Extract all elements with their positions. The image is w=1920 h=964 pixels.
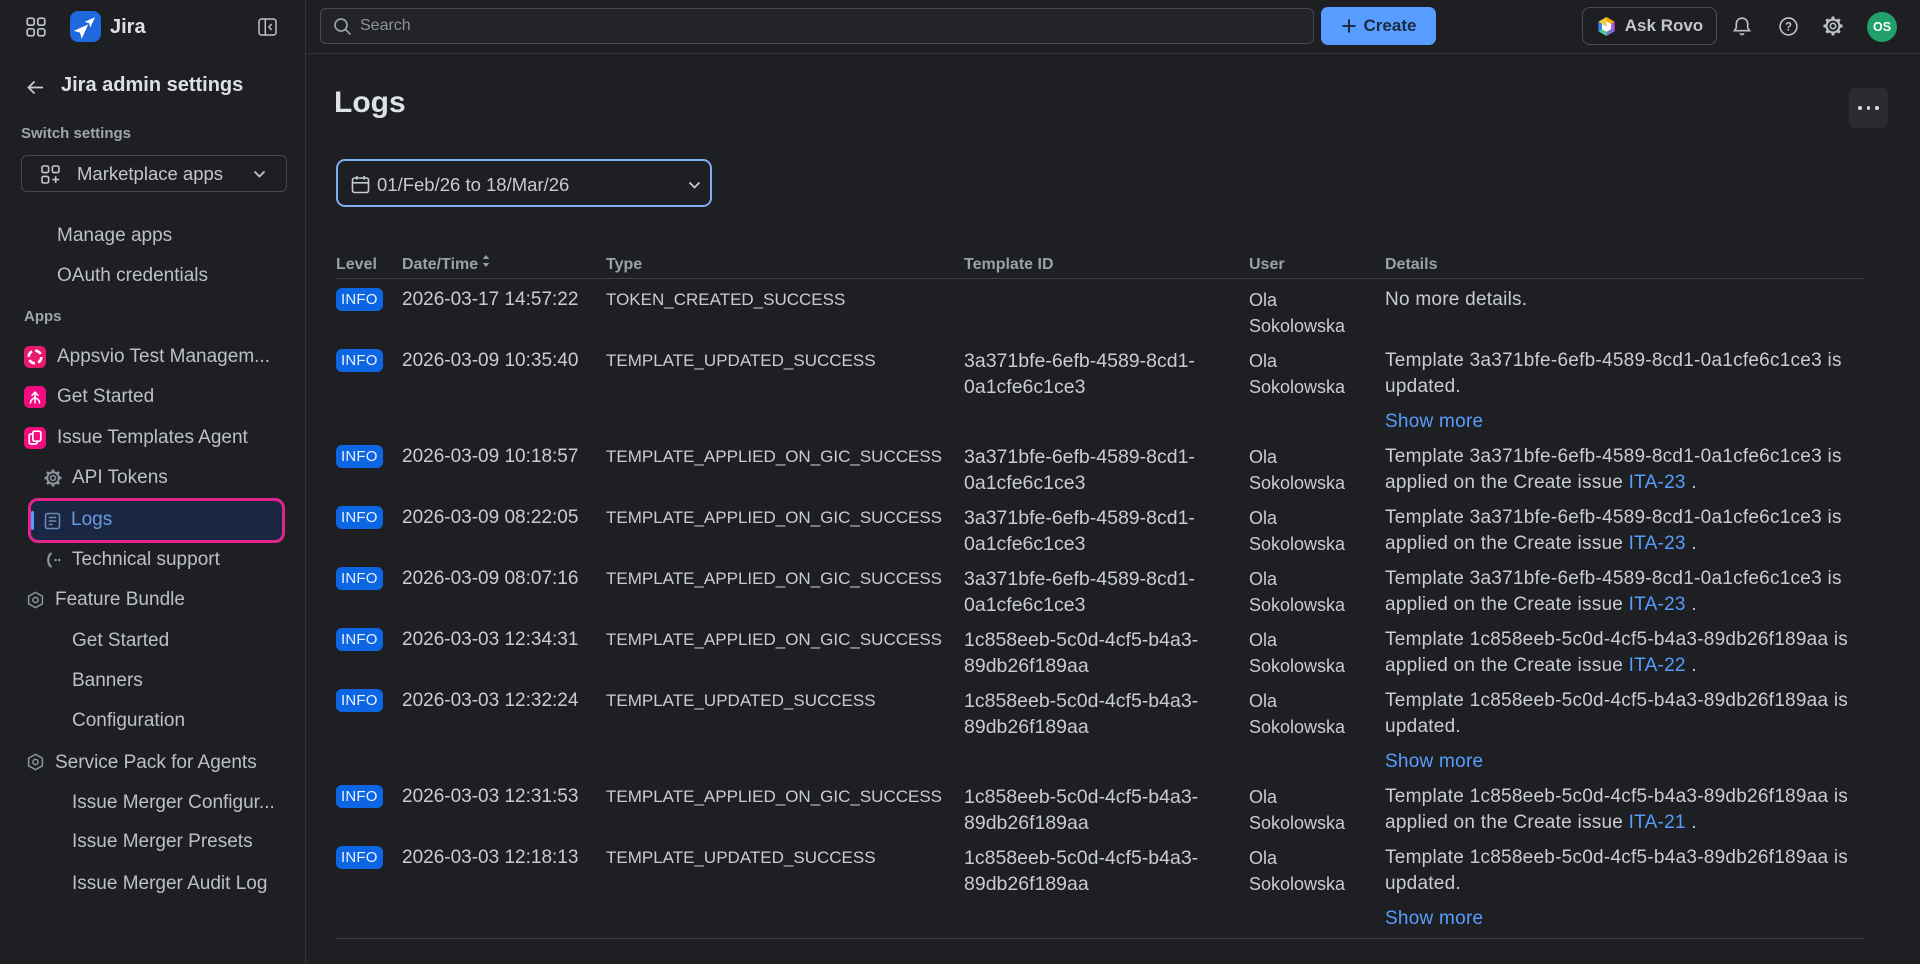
svg-text:?: ? [1785, 22, 1792, 34]
